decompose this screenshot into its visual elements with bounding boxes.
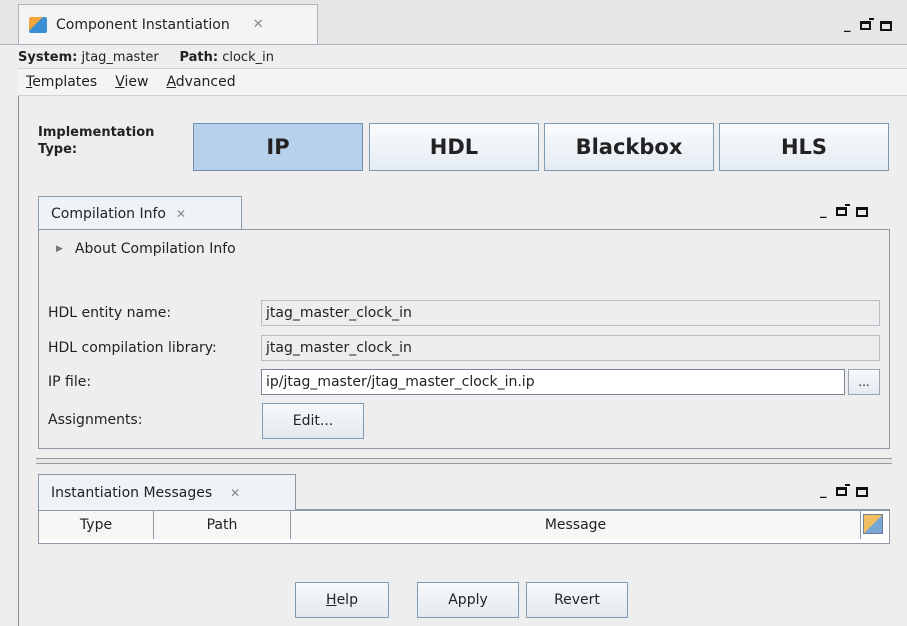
left-divider: [18, 96, 19, 626]
restore-icon[interactable]: [835, 204, 850, 216]
hdl-library-label: HDL compilation library:: [48, 340, 217, 356]
hdl-entity-label: HDL entity name:: [48, 305, 172, 321]
about-compilation-toggle[interactable]: ▶ About Compilation Info: [56, 241, 236, 257]
impl-hdl-button[interactable]: HDL: [369, 123, 539, 171]
close-icon[interactable]: ✕: [253, 17, 264, 32]
help-button[interactable]: Help: [295, 582, 389, 618]
tab-title: Component Instantiation: [56, 16, 230, 33]
ip-file-label: IP file:: [48, 374, 92, 390]
column-header-message[interactable]: Message: [291, 511, 861, 539]
minimize-icon[interactable]: _: [844, 18, 851, 33]
maximize-icon[interactable]: [879, 20, 892, 31]
column-header-type[interactable]: Type: [39, 511, 154, 539]
close-icon[interactable]: ✕: [176, 207, 186, 221]
app-icon: [29, 16, 47, 33]
ip-file-input[interactable]: ip/jtag_master/jtag_master_clock_in.ip: [261, 369, 845, 395]
edit-assignments-button[interactable]: Edit...: [262, 403, 364, 439]
impl-hls-button[interactable]: HLS: [719, 123, 889, 171]
hdl-library-field: jtag_master_clock_in: [261, 335, 880, 361]
revert-button[interactable]: Revert: [526, 582, 628, 618]
hdl-entity-field: jtag_master_clock_in: [261, 300, 880, 326]
window-controls: _: [844, 18, 892, 33]
path-value: clock_in: [222, 50, 274, 65]
menu-templates[interactable]: Templates: [26, 74, 97, 90]
impl-blackbox-button[interactable]: Blackbox: [544, 123, 714, 171]
apply-button[interactable]: Apply: [417, 582, 519, 618]
help-mnemonic: H: [326, 592, 337, 608]
messages-panel-controls: _: [820, 484, 868, 499]
maximize-icon[interactable]: [855, 486, 868, 497]
maximize-icon[interactable]: [855, 206, 868, 217]
tab-component-instantiation[interactable]: Component Instantiation ✕: [18, 4, 318, 44]
implementation-type-label: Implementation Type:: [38, 125, 155, 157]
assignments-label: Assignments:: [48, 412, 143, 428]
system-value: jtag_master: [81, 50, 159, 65]
help-label-rest: elp: [336, 592, 358, 608]
restore-icon[interactable]: [835, 484, 850, 496]
table-settings-icon[interactable]: [863, 514, 883, 534]
restore-icon[interactable]: [859, 18, 874, 30]
path-label: Path:: [179, 50, 219, 65]
menu-advanced[interactable]: Advanced: [166, 74, 235, 90]
expand-triangle-icon: ▶: [56, 244, 63, 254]
compilation-panel-controls: _: [820, 204, 868, 219]
system-path-line: System: jtag_master Path: clock_in: [18, 50, 274, 65]
messages-table: Type Path Message: [38, 510, 890, 544]
column-header-path[interactable]: Path: [154, 511, 291, 539]
minimize-icon[interactable]: _: [820, 484, 827, 499]
impl-ip-button[interactable]: IP: [193, 123, 363, 171]
menu-view[interactable]: View: [115, 74, 148, 90]
menu-bar: Templates View Advanced: [18, 68, 907, 96]
minimize-icon[interactable]: _: [820, 204, 827, 219]
tab-compilation-info[interactable]: Compilation Info ✕: [38, 196, 242, 230]
panel-splitter[interactable]: [36, 458, 892, 464]
browse-button[interactable]: ...: [848, 369, 880, 395]
system-label: System:: [18, 50, 78, 65]
tab-instantiation-messages[interactable]: Instantiation Messages ✕: [38, 474, 296, 510]
close-icon[interactable]: ✕: [230, 486, 240, 500]
